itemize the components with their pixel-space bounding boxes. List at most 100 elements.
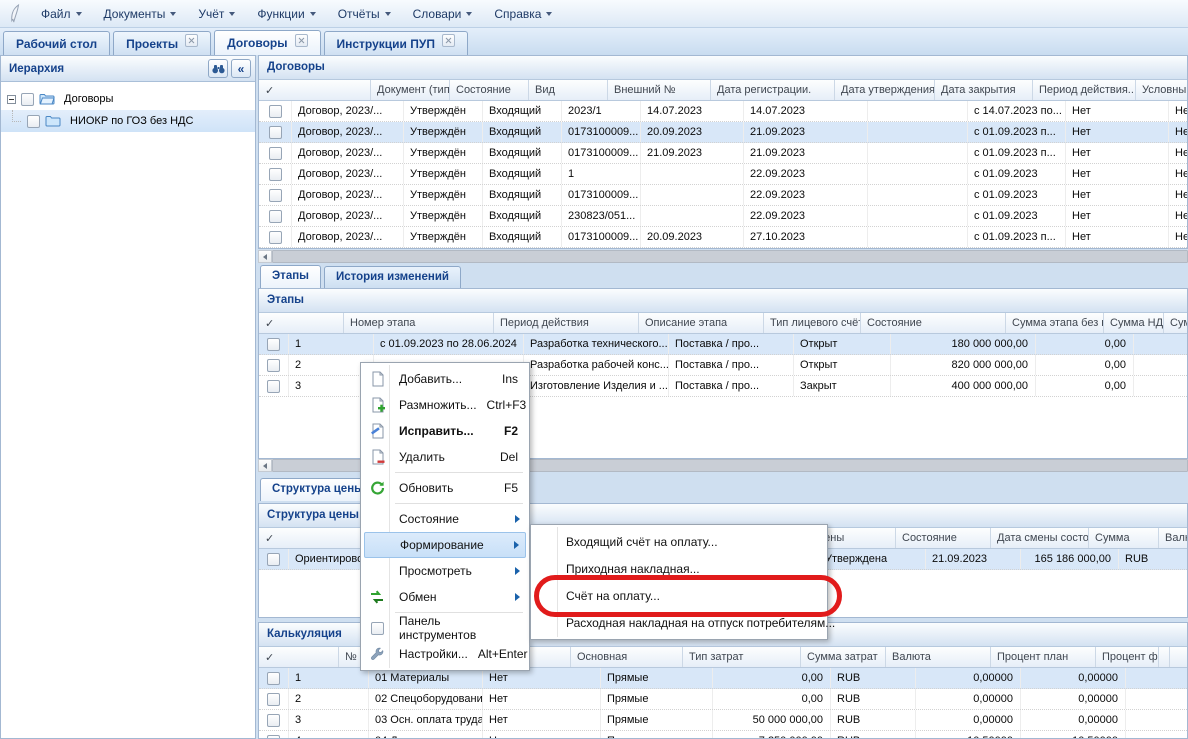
menu-item-add[interactable]: Добавить...Ins [364, 366, 526, 392]
column-header[interactable]: Номер этапа [344, 313, 494, 333]
table-row[interactable]: Договор, 2023/... Утверждён Входящий 230… [259, 206, 1187, 227]
column-header[interactable]: Основная [571, 647, 683, 667]
table-row[interactable]: Договор, 2023/... Утверждён Входящий 017… [259, 143, 1187, 164]
menu-item-edit[interactable]: Исправить...F2 [364, 418, 526, 444]
tab-instructions[interactable]: Инструкции ПУП [324, 31, 468, 55]
scroll-thumb[interactable] [272, 250, 1188, 263]
column-header[interactable]: Состояние [861, 313, 1006, 333]
column-header[interactable]: Дата утверждения [835, 80, 935, 100]
row-checkbox[interactable] [269, 189, 282, 202]
tree-checkbox[interactable] [21, 93, 34, 106]
tab-price-structure[interactable]: Структура цены [260, 478, 376, 501]
scroll-left-button[interactable] [258, 250, 272, 263]
column-header[interactable]: Вид [529, 80, 608, 100]
table-row[interactable]: Договор, 2023/... Утверждён Входящий 202… [259, 101, 1187, 122]
tree-node-niokr[interactable]: НИОКР по ГОЗ без НДС [1, 110, 255, 132]
submenu-item-payment-invoice[interactable]: Счёт на оплату... [534, 582, 824, 609]
table-row[interactable]: Договор, 2023/... Утверждён Входящий 1 2… [259, 164, 1187, 185]
column-header[interactable]: Состояние [896, 528, 991, 548]
collapse-panel-button[interactable]: « [231, 59, 251, 78]
column-header[interactable]: Сумма [1089, 528, 1159, 548]
tab-history[interactable]: История изменений [324, 266, 461, 288]
row-checkbox[interactable] [269, 105, 282, 118]
column-header[interactable]: Сумма затрат [801, 647, 886, 667]
menu-item-state[interactable]: Состояние [364, 506, 526, 532]
column-header[interactable]: Состояние [450, 80, 529, 100]
table-row[interactable]: Договор, 2023/... Утверждён Входящий 017… [259, 122, 1187, 143]
menu-item-clone[interactable]: Размножить...Ctrl+F3 [364, 392, 526, 418]
column-header[interactable]: Сумма этапа без налогов [1006, 313, 1104, 333]
menubar-item[interactable]: Документы [93, 3, 188, 25]
submenu-item-incoming-invoice[interactable]: Входящий счёт на оплату... [534, 528, 824, 555]
close-icon[interactable] [185, 34, 198, 47]
column-header[interactable]: Сумма эт [1164, 313, 1188, 333]
table-row[interactable]: 4 04 Доп. оплата труда Нет Прямые 7 250 … [259, 731, 1187, 739]
column-header[interactable]: Тип затрат [683, 647, 801, 667]
column-header[interactable]: Внешний № [608, 80, 711, 100]
column-header[interactable] [1159, 647, 1170, 667]
column-header[interactable]: Период действия [494, 313, 639, 333]
row-checkbox[interactable] [267, 553, 280, 566]
table-row[interactable]: 3 03 Осн. оплата труда Нет Прямые 50 000… [259, 710, 1187, 731]
menubar-item[interactable]: Функции [246, 3, 326, 25]
search-binoculars-button[interactable] [208, 59, 228, 78]
row-checkbox[interactable] [267, 693, 280, 706]
menu-item-settings[interactable]: Настройки...Alt+Enter [364, 641, 526, 667]
tab-stages[interactable]: Этапы [260, 265, 321, 288]
column-header[interactable]: ✓ [259, 313, 344, 333]
row-checkbox[interactable] [269, 168, 282, 181]
submenu-item-receipt-note[interactable]: Приходная накладная... [534, 555, 824, 582]
close-icon[interactable] [295, 34, 308, 47]
tab-desktop[interactable]: Рабочий стол [3, 31, 110, 55]
column-header[interactable]: Документ (тип, № [371, 80, 450, 100]
row-checkbox[interactable] [269, 147, 282, 160]
close-icon[interactable] [442, 34, 455, 47]
menu-item-view[interactable]: Просмотреть [364, 558, 526, 584]
tab-contracts[interactable]: Договоры [214, 30, 320, 55]
row-checkbox[interactable] [267, 714, 280, 727]
table-row[interactable]: Договор, 2023/... Утверждён Входящий 017… [259, 227, 1187, 248]
column-header[interactable]: Описание этапа [639, 313, 764, 333]
h-scrollbar[interactable] [258, 250, 1188, 263]
row-checkbox[interactable] [269, 231, 282, 244]
table-row[interactable]: 2 02 Спецоборудование Нет Прямые 0,00 RU… [259, 689, 1187, 710]
row-checkbox[interactable] [267, 735, 280, 739]
menu-item-exchange[interactable]: Обмен [364, 584, 526, 610]
column-header[interactable]: Валюта [886, 647, 991, 667]
tab-projects[interactable]: Проекты [113, 31, 211, 55]
menu-item-refresh[interactable]: ОбновитьF5 [364, 475, 526, 501]
menubar-item[interactable]: Справка [483, 3, 563, 25]
column-header[interactable]: Валюта [1159, 528, 1188, 548]
row-checkbox[interactable] [269, 210, 282, 223]
column-header[interactable]: Дата регистрации. [711, 80, 835, 100]
tree-checkbox[interactable] [27, 115, 40, 128]
row-checkbox[interactable] [267, 672, 280, 685]
submenu-item-outgoing-note[interactable]: Расходная накладная на отпуск потребител… [534, 609, 824, 636]
column-header[interactable]: Тип лицевого счёт [764, 313, 861, 333]
column-header[interactable]: Дата закрытия [935, 80, 1033, 100]
column-header[interactable]: ✓ [259, 647, 339, 667]
menubar-item[interactable]: Отчёты [327, 3, 402, 25]
menubar-item[interactable]: Файл [30, 3, 93, 25]
table-row[interactable]: Договор, 2023/... Утверждён Входящий 017… [259, 185, 1187, 206]
tree-node-contracts[interactable]: Договоры [1, 88, 255, 110]
menubar-item[interactable]: Учёт [187, 3, 246, 25]
table-row[interactable]: 1 01 Материалы Нет Прямые 0,00 RUB 0,000… [259, 668, 1187, 689]
menu-item-delete[interactable]: УдалитьDel [364, 444, 526, 470]
scroll-left-button[interactable] [258, 459, 272, 472]
column-header[interactable]: Процент план [991, 647, 1096, 667]
menu-item-forming[interactable]: Формирование [364, 532, 526, 558]
column-header[interactable]: Процент факт [1096, 647, 1159, 667]
collapse-node-icon[interactable] [7, 95, 16, 104]
column-header[interactable]: Условный договор [1136, 80, 1188, 100]
column-header[interactable]: ✓ [259, 80, 371, 100]
table-row[interactable]: 1 с 01.09.2023 по 28.06.2024 Разработка … [259, 334, 1187, 355]
column-header[interactable]: Дата смены состоя [991, 528, 1089, 548]
row-checkbox[interactable] [269, 126, 282, 139]
menu-item-toolbar[interactable]: Панель инструментов [364, 615, 526, 641]
menubar-item[interactable]: Словари [402, 3, 484, 25]
row-checkbox[interactable] [267, 380, 280, 393]
column-header[interactable]: Сумма НДС этапа [1104, 313, 1164, 333]
column-header[interactable]: Период действия.. [1033, 80, 1136, 100]
row-checkbox[interactable] [267, 359, 280, 372]
